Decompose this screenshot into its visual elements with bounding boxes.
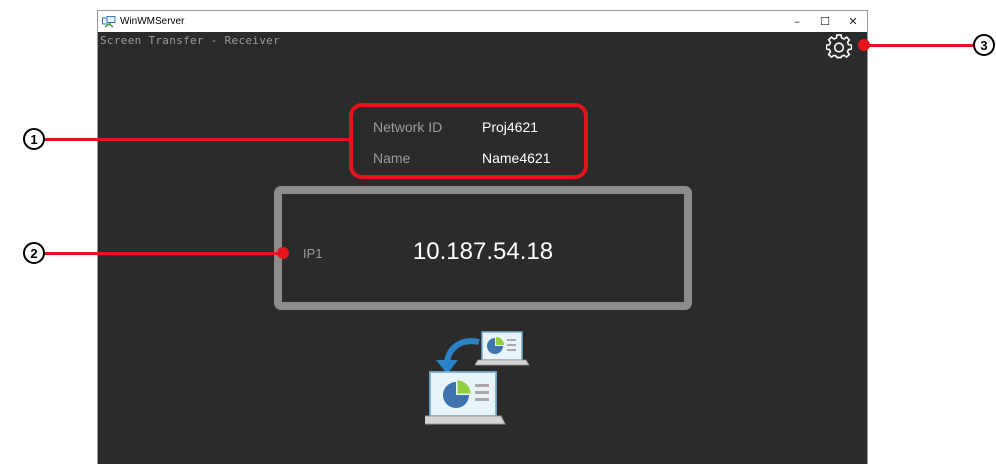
callout-1-line: [44, 138, 350, 141]
callout-2-line: [44, 252, 280, 255]
callout-2-badge: 2: [23, 242, 45, 264]
maximize-button[interactable]: ☐: [811, 11, 839, 32]
ip-address-box: IP1 10.187.54.18: [274, 186, 692, 310]
minimize-button[interactable]: –: [783, 11, 811, 32]
callout-2-dot: [277, 247, 289, 259]
title-bar[interactable]: WinWMServer – ☐ ✕: [98, 11, 867, 32]
app-icon: [102, 15, 116, 28]
network-info-highlight: [349, 103, 588, 179]
close-button[interactable]: ✕: [839, 11, 867, 32]
callout-3-line: [863, 44, 973, 47]
callout-3-dot: [858, 39, 870, 51]
gear-icon[interactable]: [826, 34, 852, 60]
app-subtitle: Screen Transfer - Receiver: [100, 34, 280, 47]
callout-3-badge: 3: [973, 34, 995, 56]
screen-transfer-icon: [425, 331, 530, 425]
app-window: WinWMServer – ☐ ✕ Screen Transfer - Rece…: [97, 10, 868, 464]
ip-address-value: 10.187.54.18: [412, 238, 554, 265]
callout-1-badge: 1: [23, 128, 45, 150]
receiver-panel: Screen Transfer - Receiver Network ID Pr…: [98, 32, 867, 464]
window-title: WinWMServer: [120, 16, 185, 27]
